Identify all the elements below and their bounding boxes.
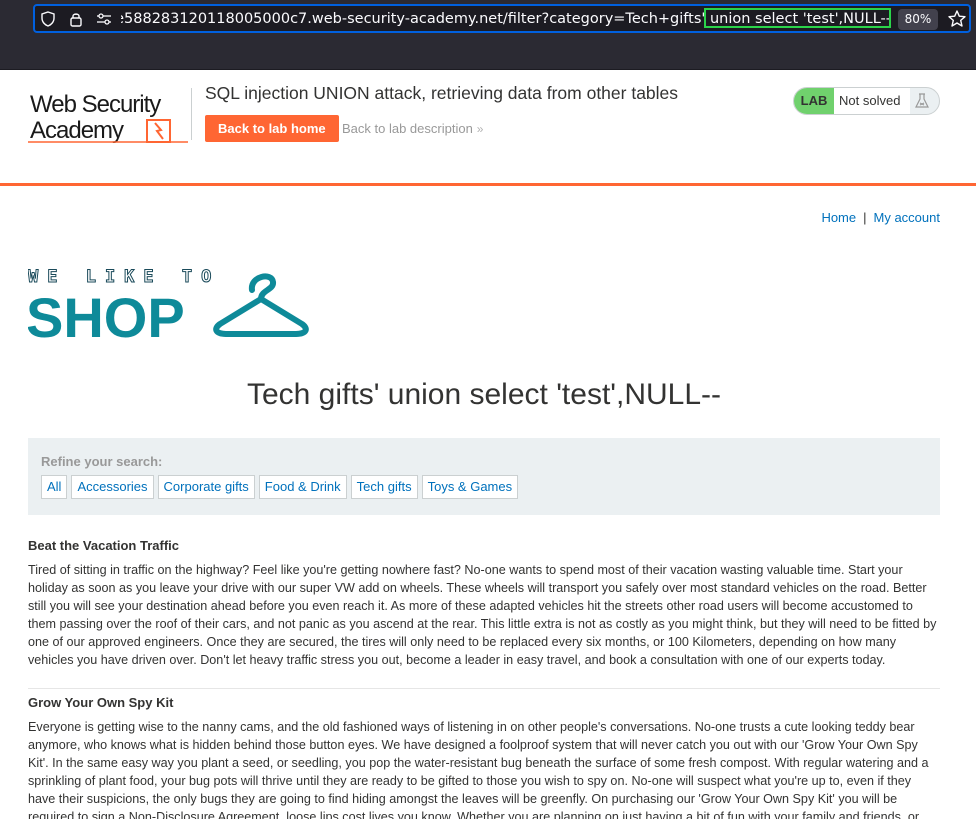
shop-name: SHOP	[28, 286, 185, 344]
lock-icon[interactable]	[68, 11, 84, 27]
filter-all[interactable]: All	[41, 475, 68, 499]
product-row: Grow Your Own Spy Kit Everyone is gettin…	[28, 694, 940, 819]
product-row: Beat the Vacation Traffic Tired of sitti…	[28, 537, 940, 669]
filter-accessories[interactable]: Accessories	[71, 475, 154, 499]
filter-food-drink[interactable]: Food & Drink	[258, 475, 347, 499]
lab-badge: LAB	[794, 88, 834, 114]
product-description: Tired of sitting in traffic on the highw…	[28, 563, 937, 667]
filter-tech-gifts[interactable]: Tech gifts	[350, 475, 418, 499]
nav-separator: |	[863, 210, 867, 225]
product-title: Grow Your Own Spy Kit	[28, 695, 174, 710]
shop-tagline: WE LIKE TO	[28, 267, 220, 287]
home-link[interactable]: Home	[821, 210, 856, 225]
bookmark-star-icon[interactable]	[947, 9, 967, 29]
my-account-link[interactable]: My account	[874, 210, 940, 225]
shield-icon[interactable]	[40, 11, 56, 27]
product-description: Everyone is getting wise to the nanny ca…	[28, 720, 929, 819]
we-like-to-shop-logo: WE LIKE TO SHOP	[26, 266, 318, 349]
lab-status-text: Not solved	[834, 88, 910, 114]
category-filters: All Accessories Corporate gifts Food & D…	[41, 475, 522, 499]
url-prefix: c03de588283120118005000c7.web-security-a…	[121, 11, 702, 27]
address-bar[interactable]: c03de588283120118005000c7.web-security-a…	[33, 4, 971, 33]
back-to-lab-home-button[interactable]: Back to lab home	[205, 115, 339, 142]
lab-status-widget: LAB Not solved	[793, 87, 940, 115]
flask-icon	[911, 92, 933, 110]
permissions-icon[interactable]	[96, 11, 112, 27]
hanger-icon	[213, 273, 309, 337]
academy-header: Web Security Academy SQL injection UNION…	[0, 70, 976, 186]
header-divider	[191, 88, 192, 140]
logo-line1: Web Security	[30, 91, 161, 118]
filter-label: Refine your search:	[41, 454, 163, 469]
category-heading: Tech gifts' union select 'test',NULL--	[246, 378, 722, 411]
product-title: Beat the Vacation Traffic	[28, 538, 179, 553]
filter-panel: Refine your search: All Accessories Corp…	[28, 438, 940, 515]
back-to-lab-description-link[interactable]: Back to lab description»	[342, 121, 483, 136]
filter-corporate-gifts[interactable]: Corporate gifts	[157, 475, 255, 499]
zoom-level-button[interactable]: 80%	[898, 9, 938, 30]
browser-toolbar: c03de588283120118005000c7.web-security-a…	[0, 0, 976, 70]
lab-title: SQL injection UNION attack, retrieving d…	[205, 83, 679, 103]
url-injected: ' union select 'test',NULL--	[701, 11, 891, 27]
logo-line2: Academy	[30, 117, 124, 144]
filter-toys-games[interactable]: Toys & Games	[421, 475, 519, 499]
web-security-academy-logo[interactable]: Web Security Academy	[28, 88, 190, 144]
back-desc-label: Back to lab description	[342, 121, 473, 136]
chevron-right-icon: »	[476, 122, 484, 136]
row-divider	[28, 688, 940, 689]
url-text[interactable]: c03de588283120118005000c7.web-security-a…	[121, 9, 891, 29]
top-nav: Home | My account	[821, 210, 940, 225]
